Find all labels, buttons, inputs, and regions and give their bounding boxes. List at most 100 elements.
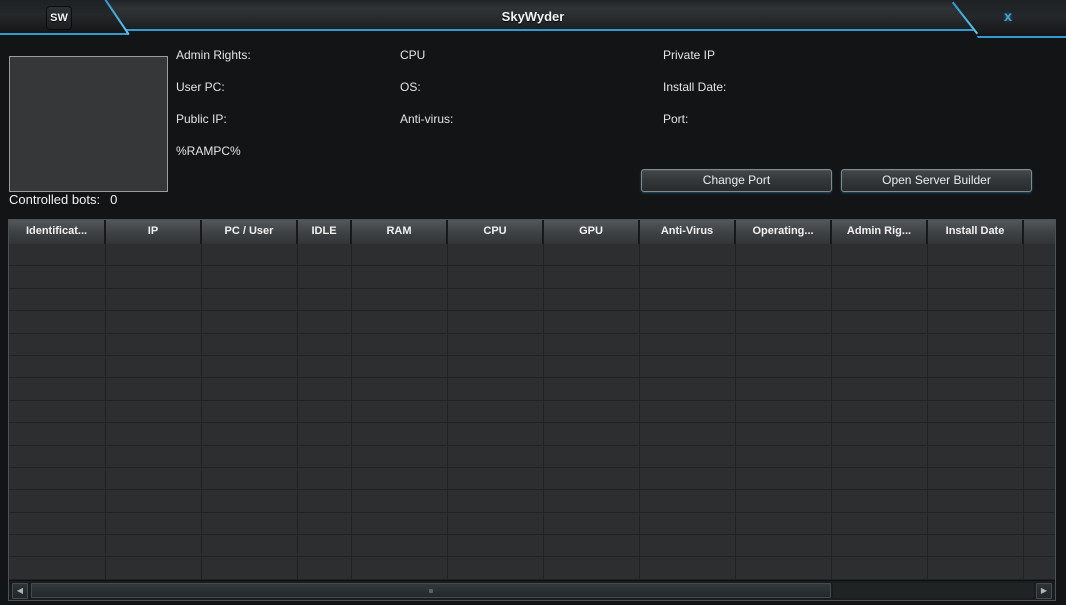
table-cell	[544, 446, 640, 467]
table-cell	[448, 244, 544, 265]
table-cell-filler	[1024, 401, 1055, 422]
table-row[interactable]	[9, 535, 1055, 557]
table-cell-filler	[1024, 311, 1055, 332]
table-cell	[640, 244, 736, 265]
table-cell	[640, 468, 736, 489]
table-cell	[106, 334, 202, 355]
table-header-cell[interactable]: PC / User	[202, 220, 298, 244]
table-cell	[832, 557, 928, 578]
table-row[interactable]	[9, 446, 1055, 468]
table-cell	[9, 557, 106, 578]
close-button[interactable]: x	[990, 6, 1026, 28]
table-cell	[298, 401, 352, 422]
table-cell	[832, 535, 928, 556]
table-cell	[640, 356, 736, 377]
table-cell	[352, 244, 448, 265]
table-cell	[544, 557, 640, 578]
table-cell	[202, 490, 298, 511]
table-header-cell[interactable]: Admin Rig...	[832, 220, 928, 244]
table-cell	[736, 311, 832, 332]
table-row[interactable]	[9, 513, 1055, 535]
table-cell	[544, 289, 640, 310]
scrollbar-track[interactable]	[833, 583, 1034, 598]
table-cell	[832, 311, 928, 332]
horizontal-scrollbar[interactable]: ◀ ▶	[9, 580, 1055, 600]
table-header-cell[interactable]: Identificat...	[9, 220, 106, 244]
table-row[interactable]	[9, 244, 1055, 266]
table-header-cell[interactable]: Install Date	[928, 220, 1024, 244]
table-row[interactable]	[9, 311, 1055, 333]
table-row[interactable]	[9, 334, 1055, 356]
table-cell	[640, 490, 736, 511]
table-cell	[928, 334, 1024, 355]
table-header-cell[interactable]: Operating...	[736, 220, 832, 244]
table-cell	[9, 446, 106, 467]
table-header-cell[interactable]: IDLE	[298, 220, 352, 244]
table-row[interactable]	[9, 289, 1055, 311]
table-cell	[640, 446, 736, 467]
table-header-cell[interactable]: IP	[106, 220, 202, 244]
table-row[interactable]	[9, 356, 1055, 378]
scroll-right-button[interactable]: ▶	[1036, 583, 1052, 599]
table-header-cell[interactable]: GPU	[544, 220, 640, 244]
table-row[interactable]	[9, 557, 1055, 579]
table-cell-filler	[1024, 446, 1055, 467]
table-cell	[9, 311, 106, 332]
label-admin-rights: Admin Rights:	[176, 48, 251, 62]
table-cell-filler	[1024, 356, 1055, 377]
table-cell	[544, 468, 640, 489]
table-row[interactable]	[9, 468, 1055, 490]
table-header-cell[interactable]: Anti-Virus	[640, 220, 736, 244]
table-header-filler	[1024, 220, 1055, 244]
table-cell	[352, 378, 448, 399]
table-cell	[544, 244, 640, 265]
bot-screen-preview	[9, 56, 168, 192]
table-cell	[544, 334, 640, 355]
table-cell	[352, 490, 448, 511]
table-row[interactable]	[9, 401, 1055, 423]
controlled-bots-label: Controlled bots:	[9, 192, 100, 207]
table-cell	[352, 557, 448, 578]
table-cell	[832, 513, 928, 534]
table-cell	[832, 244, 928, 265]
table-cell	[106, 378, 202, 399]
table-cell	[202, 289, 298, 310]
table-cell	[544, 535, 640, 556]
table-cell	[202, 311, 298, 332]
table-row[interactable]	[9, 490, 1055, 512]
table-row[interactable]	[9, 423, 1055, 445]
table-cell	[448, 557, 544, 578]
scrollbar-grip-icon	[429, 589, 433, 593]
table-cell	[640, 289, 736, 310]
open-server-builder-button[interactable]: Open Server Builder	[841, 169, 1032, 192]
table-row[interactable]	[9, 378, 1055, 400]
table-cell	[640, 266, 736, 287]
table-row[interactable]	[9, 266, 1055, 288]
table-cell-filler	[1024, 468, 1055, 489]
table-cell	[202, 401, 298, 422]
table-cell	[448, 334, 544, 355]
table-cell	[448, 468, 544, 489]
table-cell	[928, 446, 1024, 467]
table-cell	[352, 356, 448, 377]
table-cell	[9, 490, 106, 511]
label-user-pc: User PC:	[176, 80, 225, 94]
table-cell	[448, 535, 544, 556]
table-cell	[640, 535, 736, 556]
table-cell	[106, 535, 202, 556]
scroll-left-button[interactable]: ◀	[12, 583, 28, 599]
change-port-button[interactable]: Change Port	[641, 169, 832, 192]
table-cell	[9, 334, 106, 355]
table-cell	[832, 490, 928, 511]
table-cell	[448, 266, 544, 287]
table-header-cell[interactable]: CPU	[448, 220, 544, 244]
table-cell	[9, 356, 106, 377]
table-cell	[928, 356, 1024, 377]
table-cell	[9, 468, 106, 489]
table-header-cell[interactable]: RAM	[352, 220, 448, 244]
table-cell	[106, 446, 202, 467]
scrollbar-thumb[interactable]	[31, 583, 831, 598]
controlled-bots-line: Controlled bots:0	[9, 192, 117, 207]
scroll-right-arrow-icon: ▶	[1041, 587, 1047, 595]
app-logo-button[interactable]: SW	[46, 6, 72, 30]
